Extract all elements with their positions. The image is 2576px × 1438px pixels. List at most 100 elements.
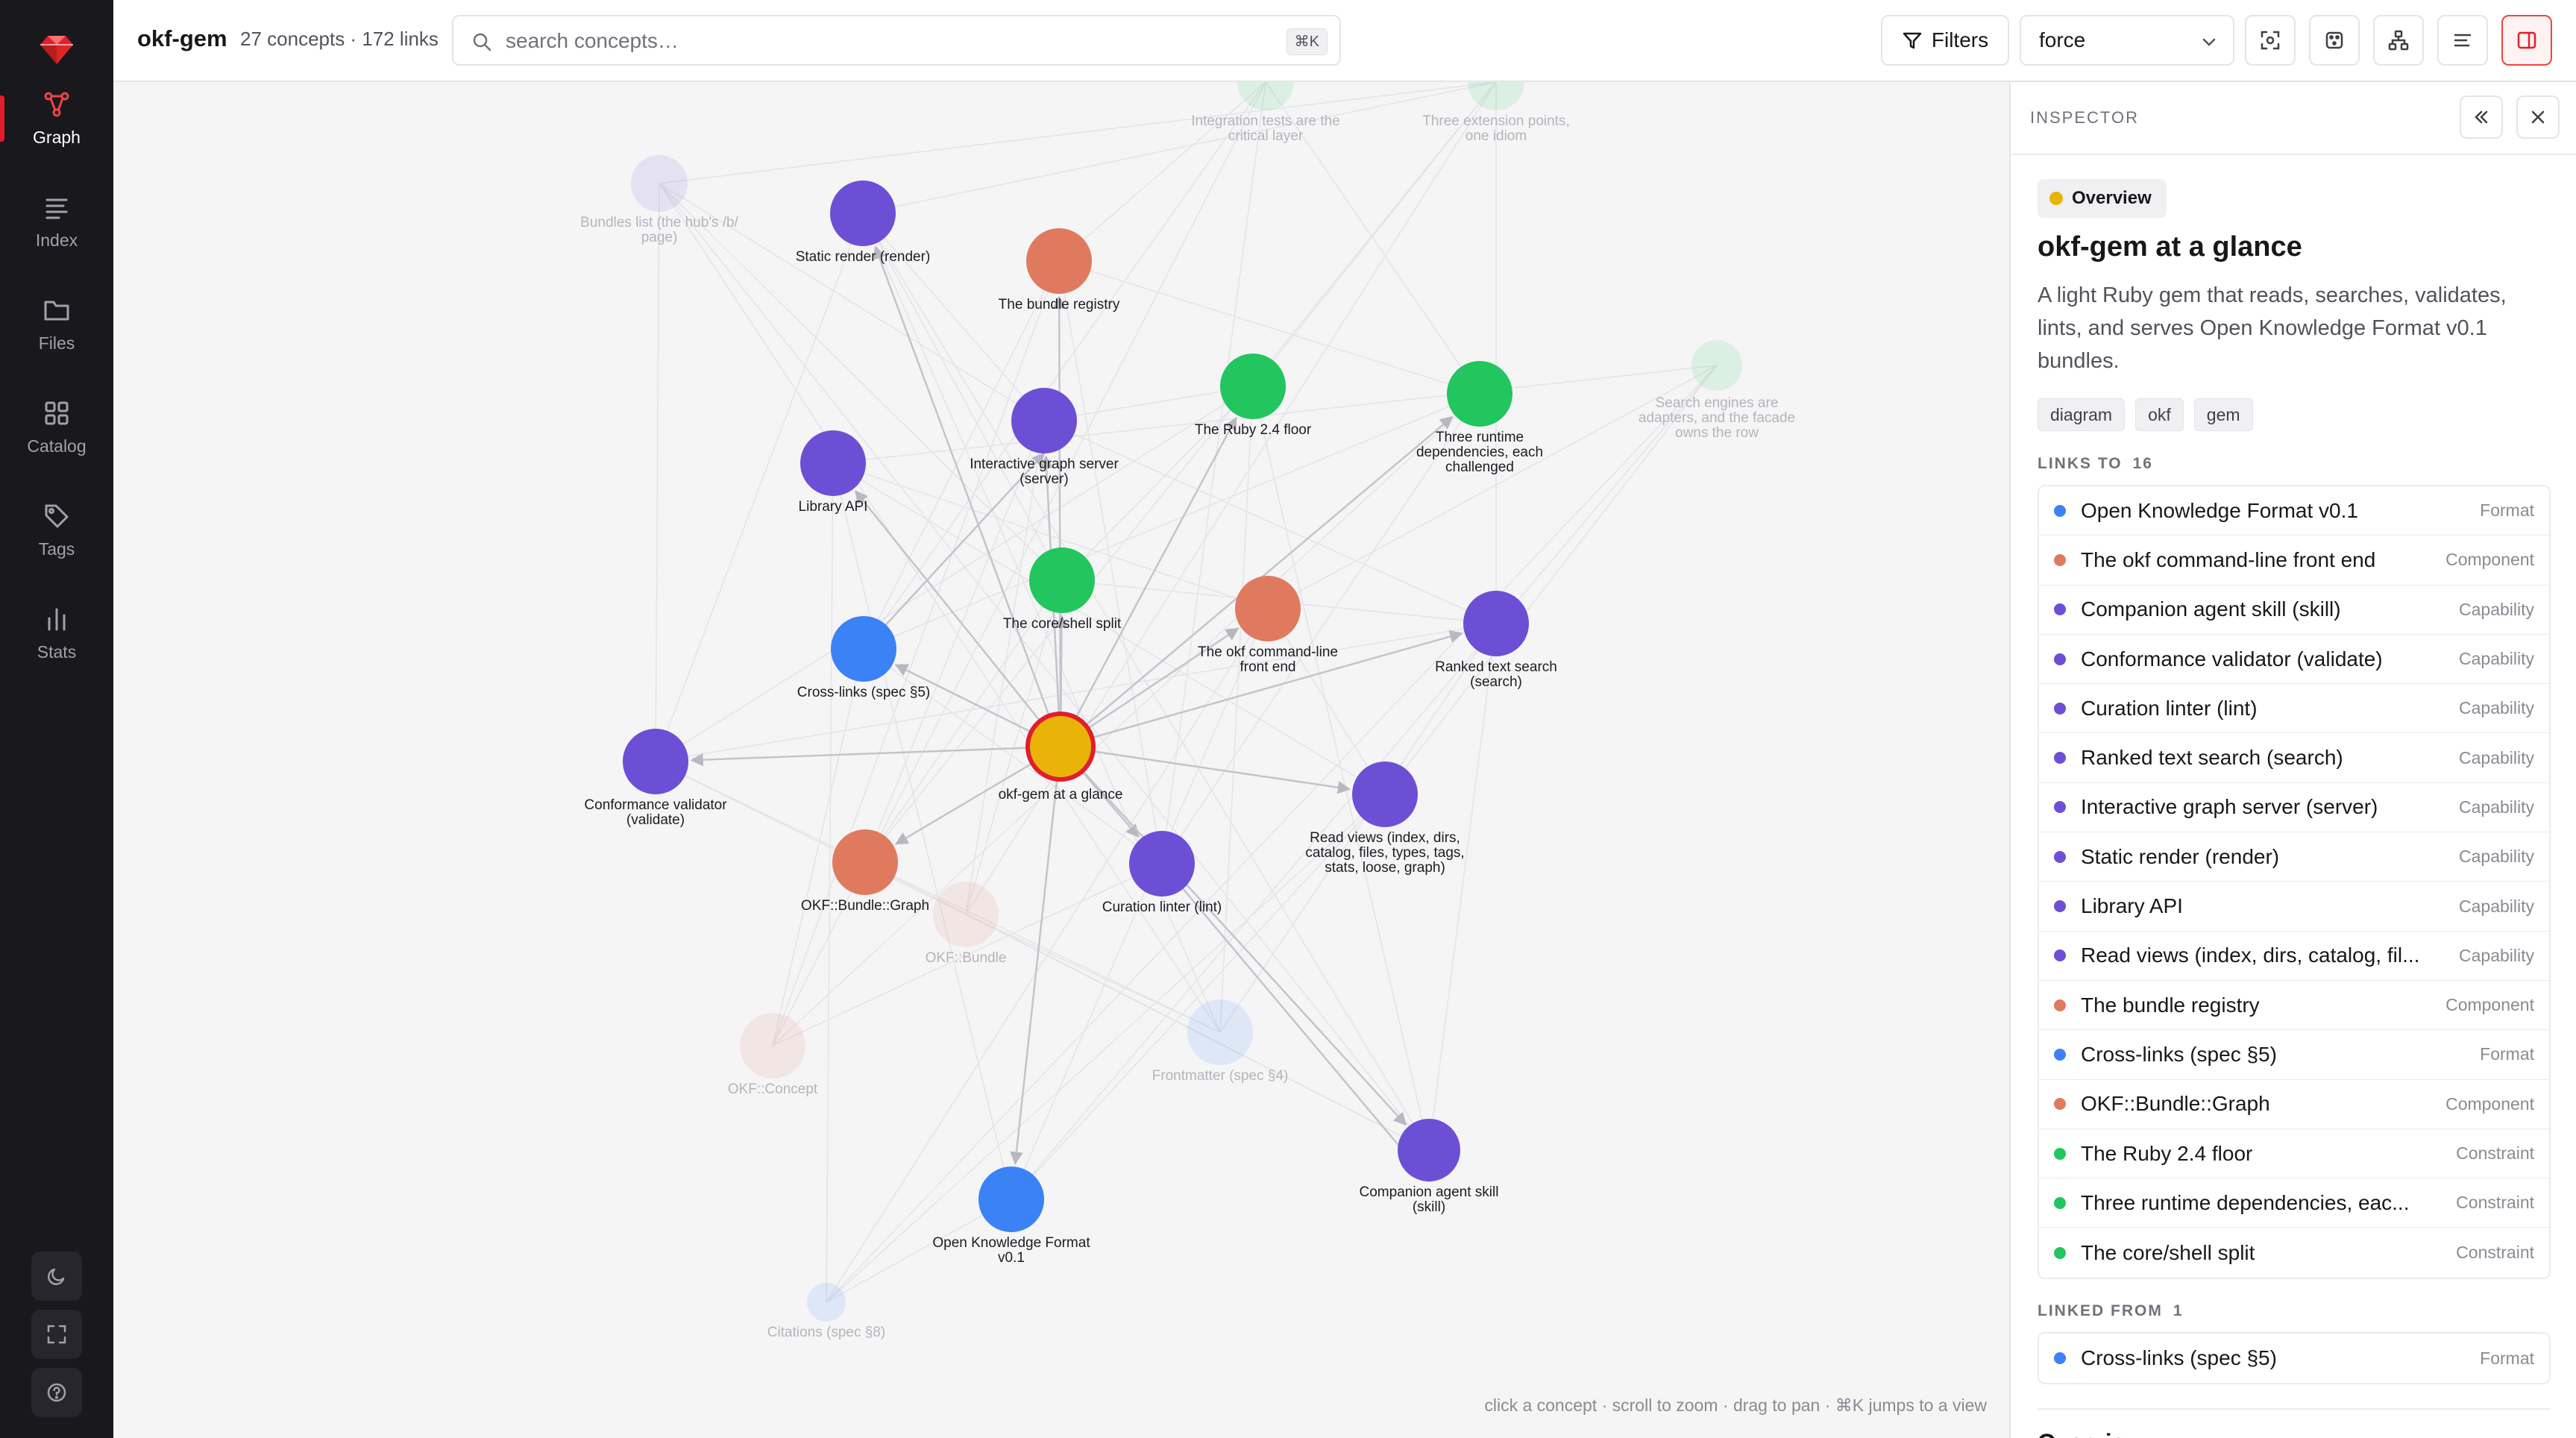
graph-node-companion-agent-skill-skill[interactable]: Companion agent skill (skill) <box>1360 1119 1499 1215</box>
link-row[interactable]: Open Knowledge Format v0.1 Format <box>2039 486 2549 536</box>
node-circle <box>1029 547 1095 613</box>
filters-button[interactable]: Filters <box>1881 15 2009 66</box>
link-row[interactable]: Three runtime dependencies, eac... Constr… <box>2039 1178 2549 1228</box>
toggle-labels-button[interactable] <box>2437 15 2488 66</box>
search-input[interactable] <box>506 24 1251 58</box>
link-kind: Constraint <box>2456 1193 2534 1213</box>
link-row[interactable]: Conformance validator (validate) Capabili… <box>2039 635 2549 685</box>
node-circle <box>1447 361 1512 427</box>
node-circle <box>1025 712 1096 782</box>
graph-edge-faint <box>862 213 1430 1151</box>
link-row[interactable]: Cross-links (spec §5) Format <box>2039 1030 2549 1080</box>
graph-node-three-extension-points-one-idiom[interactable]: Three extension points, one idiom <box>1422 82 1570 144</box>
fullscreen-button[interactable] <box>31 1310 82 1359</box>
node-circle <box>623 729 688 794</box>
graph-node-open-knowledge-format-v0-1[interactable]: Open Knowledge Format v0.1 <box>932 1167 1090 1266</box>
nav-item-tags[interactable]: Tags <box>0 486 113 574</box>
link-name: Interactive graph server (server) <box>2081 795 2378 819</box>
concept-description: A light Ruby gem that reads, searches, v… <box>2038 283 2507 373</box>
graph-node-citations-spec-8[interactable]: Citations (spec §8) <box>767 1283 885 1340</box>
graph-node-static-render-render[interactable]: Static render (render) <box>796 180 931 265</box>
help-button[interactable] <box>31 1368 82 1417</box>
graph-edge-faint <box>1267 608 1386 795</box>
graph-node-the-bundle-registry[interactable]: The bundle registry <box>999 228 1120 313</box>
node-circle <box>832 829 898 895</box>
graph-edge <box>1052 295 1066 715</box>
graph-node-curation-linter-lint[interactable]: Curation linter (lint) <box>1102 831 1222 915</box>
fit-view-button[interactable] <box>2245 15 2296 66</box>
nav-label: Graph <box>33 127 81 147</box>
concept-graph[interactable]: okf-gem at a glance Static render (render… <box>113 82 2009 1438</box>
link-row[interactable]: The okf command-line front end Component <box>2039 536 2549 585</box>
graph-node-integration-tests-are-the-critical-layer[interactable]: Integration tests are the critical layer <box>1191 82 1340 144</box>
nav-label: Tags <box>38 539 75 559</box>
tag-chip[interactable]: okf <box>2135 398 2184 431</box>
graph-node-the-ruby-2-4-floor[interactable]: The Ruby 2.4 floor <box>1195 354 1312 438</box>
link-row[interactable]: Cross-links (spec §5) Format <box>2039 1334 2549 1383</box>
link-name: OKF::Bundle::Graph <box>2081 1092 2270 1116</box>
graph-edge <box>1087 627 1240 729</box>
link-row[interactable]: Companion agent skill (skill) Capability <box>2039 585 2549 635</box>
graph-node-bundles-list-the-hub-s-b-page[interactable]: Bundles list (the hub's /b/page) <box>580 155 739 245</box>
link-row[interactable]: The bundle registry Component <box>2039 981 2549 1031</box>
nav-item-index[interactable]: Index <box>0 178 113 266</box>
link-row[interactable]: Library API Capability <box>2039 882 2549 932</box>
graph-node-read-views-index-dirs-catalog-files-types-tags-stats-loose-graph[interactable]: Read views (index, dirs, catalog, files, … <box>1305 762 1465 876</box>
graph-node-frontmatter-spec-4[interactable]: Frontmatter (spec §4) <box>1152 999 1289 1084</box>
layout-select[interactable]: force <box>2020 15 2234 66</box>
graph-node-three-runtime-dependencies-each-challenged[interactable]: Three runtime dependencies, each challenge… <box>1416 361 1543 475</box>
graph-node-library-api[interactable]: Library API <box>799 430 868 515</box>
graph-node-interactive-graph-server-server[interactable]: Interactive graph server (server) <box>970 388 1119 487</box>
graph-edge <box>690 747 1028 767</box>
text-align-icon <box>2454 34 2472 47</box>
graph-edge-faint <box>1428 623 1497 1151</box>
search-box[interactable]: ⌘K <box>452 15 1341 66</box>
link-row[interactable]: Static render (render) Capability <box>2039 832 2549 882</box>
link-row[interactable]: Ranked text search (search) Capability <box>2039 733 2549 783</box>
link-kind: Capability <box>2459 599 2534 619</box>
graph-node-the-okf-command-line-front-end[interactable]: The okf command-line front end <box>1198 576 1338 675</box>
next-section-heading: Overview <box>2038 1429 2143 1438</box>
toggle-inspector-button[interactable] <box>2501 15 2552 66</box>
nav-item-stats[interactable]: Stats <box>0 589 113 677</box>
nav-item-catalog[interactable]: Catalog <box>0 383 113 471</box>
kind-color-dot <box>2054 504 2066 517</box>
graph-canvas[interactable]: okf-gem at a glance Static render (render… <box>113 82 2009 1438</box>
link-row[interactable]: Read views (index, dirs, catalog, fil...… <box>2039 932 2549 981</box>
theme-toggle-button[interactable] <box>31 1252 82 1301</box>
hierarchy-layout-button[interactable] <box>2373 15 2424 66</box>
node-circle <box>1026 228 1092 294</box>
node-circle <box>1691 340 1742 391</box>
graph-edge-faint <box>1219 386 1254 1033</box>
link-row[interactable]: OKF::Bundle::Graph Component <box>2039 1080 2549 1129</box>
collapse-inspector-button[interactable] <box>2460 95 2503 139</box>
close-inspector-button[interactable] <box>2516 95 2560 139</box>
random-concept-button[interactable] <box>2309 15 2360 66</box>
link-name: The okf command-line front end <box>2081 547 2376 571</box>
search-icon <box>473 33 491 51</box>
node-label: Bundles list (the hub's /b/page) <box>580 215 738 245</box>
link-name: Cross-links (spec §5) <box>2081 1346 2277 1370</box>
link-row[interactable]: The core/shell split Constraint <box>2039 1228 2549 1277</box>
tag-chip[interactable]: gem <box>2193 398 2253 431</box>
nav-item-files[interactable]: Files <box>0 280 113 368</box>
kind-color-dot <box>2054 752 2066 764</box>
close-icon <box>2531 110 2545 124</box>
graph-node-ranked-text-search-search[interactable]: Ranked text search (search) <box>1435 591 1557 690</box>
node-circle <box>807 1283 846 1322</box>
nav-item-graph[interactable]: Graph <box>0 75 113 163</box>
node-circle <box>1235 576 1301 641</box>
tag-chip[interactable]: diagram <box>2038 398 2126 431</box>
ruby-gem-logo-icon[interactable] <box>37 30 76 69</box>
link-row[interactable]: Interactive graph server (server) Capabil… <box>2039 783 2549 833</box>
link-row[interactable]: Curation linter (lint) Capability <box>2039 684 2549 734</box>
graph-node-cross-links-spec-5[interactable]: Cross-links (spec §5) <box>797 616 930 700</box>
graph-node-okf-gem-at-a-glance[interactable]: okf-gem at a glance <box>999 712 1123 803</box>
concept-type-badge: Overview <box>2038 179 2167 218</box>
focus-frame-icon <box>2261 31 2280 50</box>
node-label: Cross-links (spec §5) <box>797 685 930 700</box>
graph-node-conformance-validator-validate[interactable]: Conformance validator (validate) <box>584 729 727 828</box>
graph-node-okf-concept[interactable]: OKF::Concept <box>728 1013 818 1097</box>
link-row[interactable]: The Ruby 2.4 floor Constraint <box>2039 1129 2549 1179</box>
graph-node-search-engines-are-adapters-and-the-facade-owns-the-row[interactable]: Search engines are adapters, and the faca… <box>1639 340 1795 441</box>
